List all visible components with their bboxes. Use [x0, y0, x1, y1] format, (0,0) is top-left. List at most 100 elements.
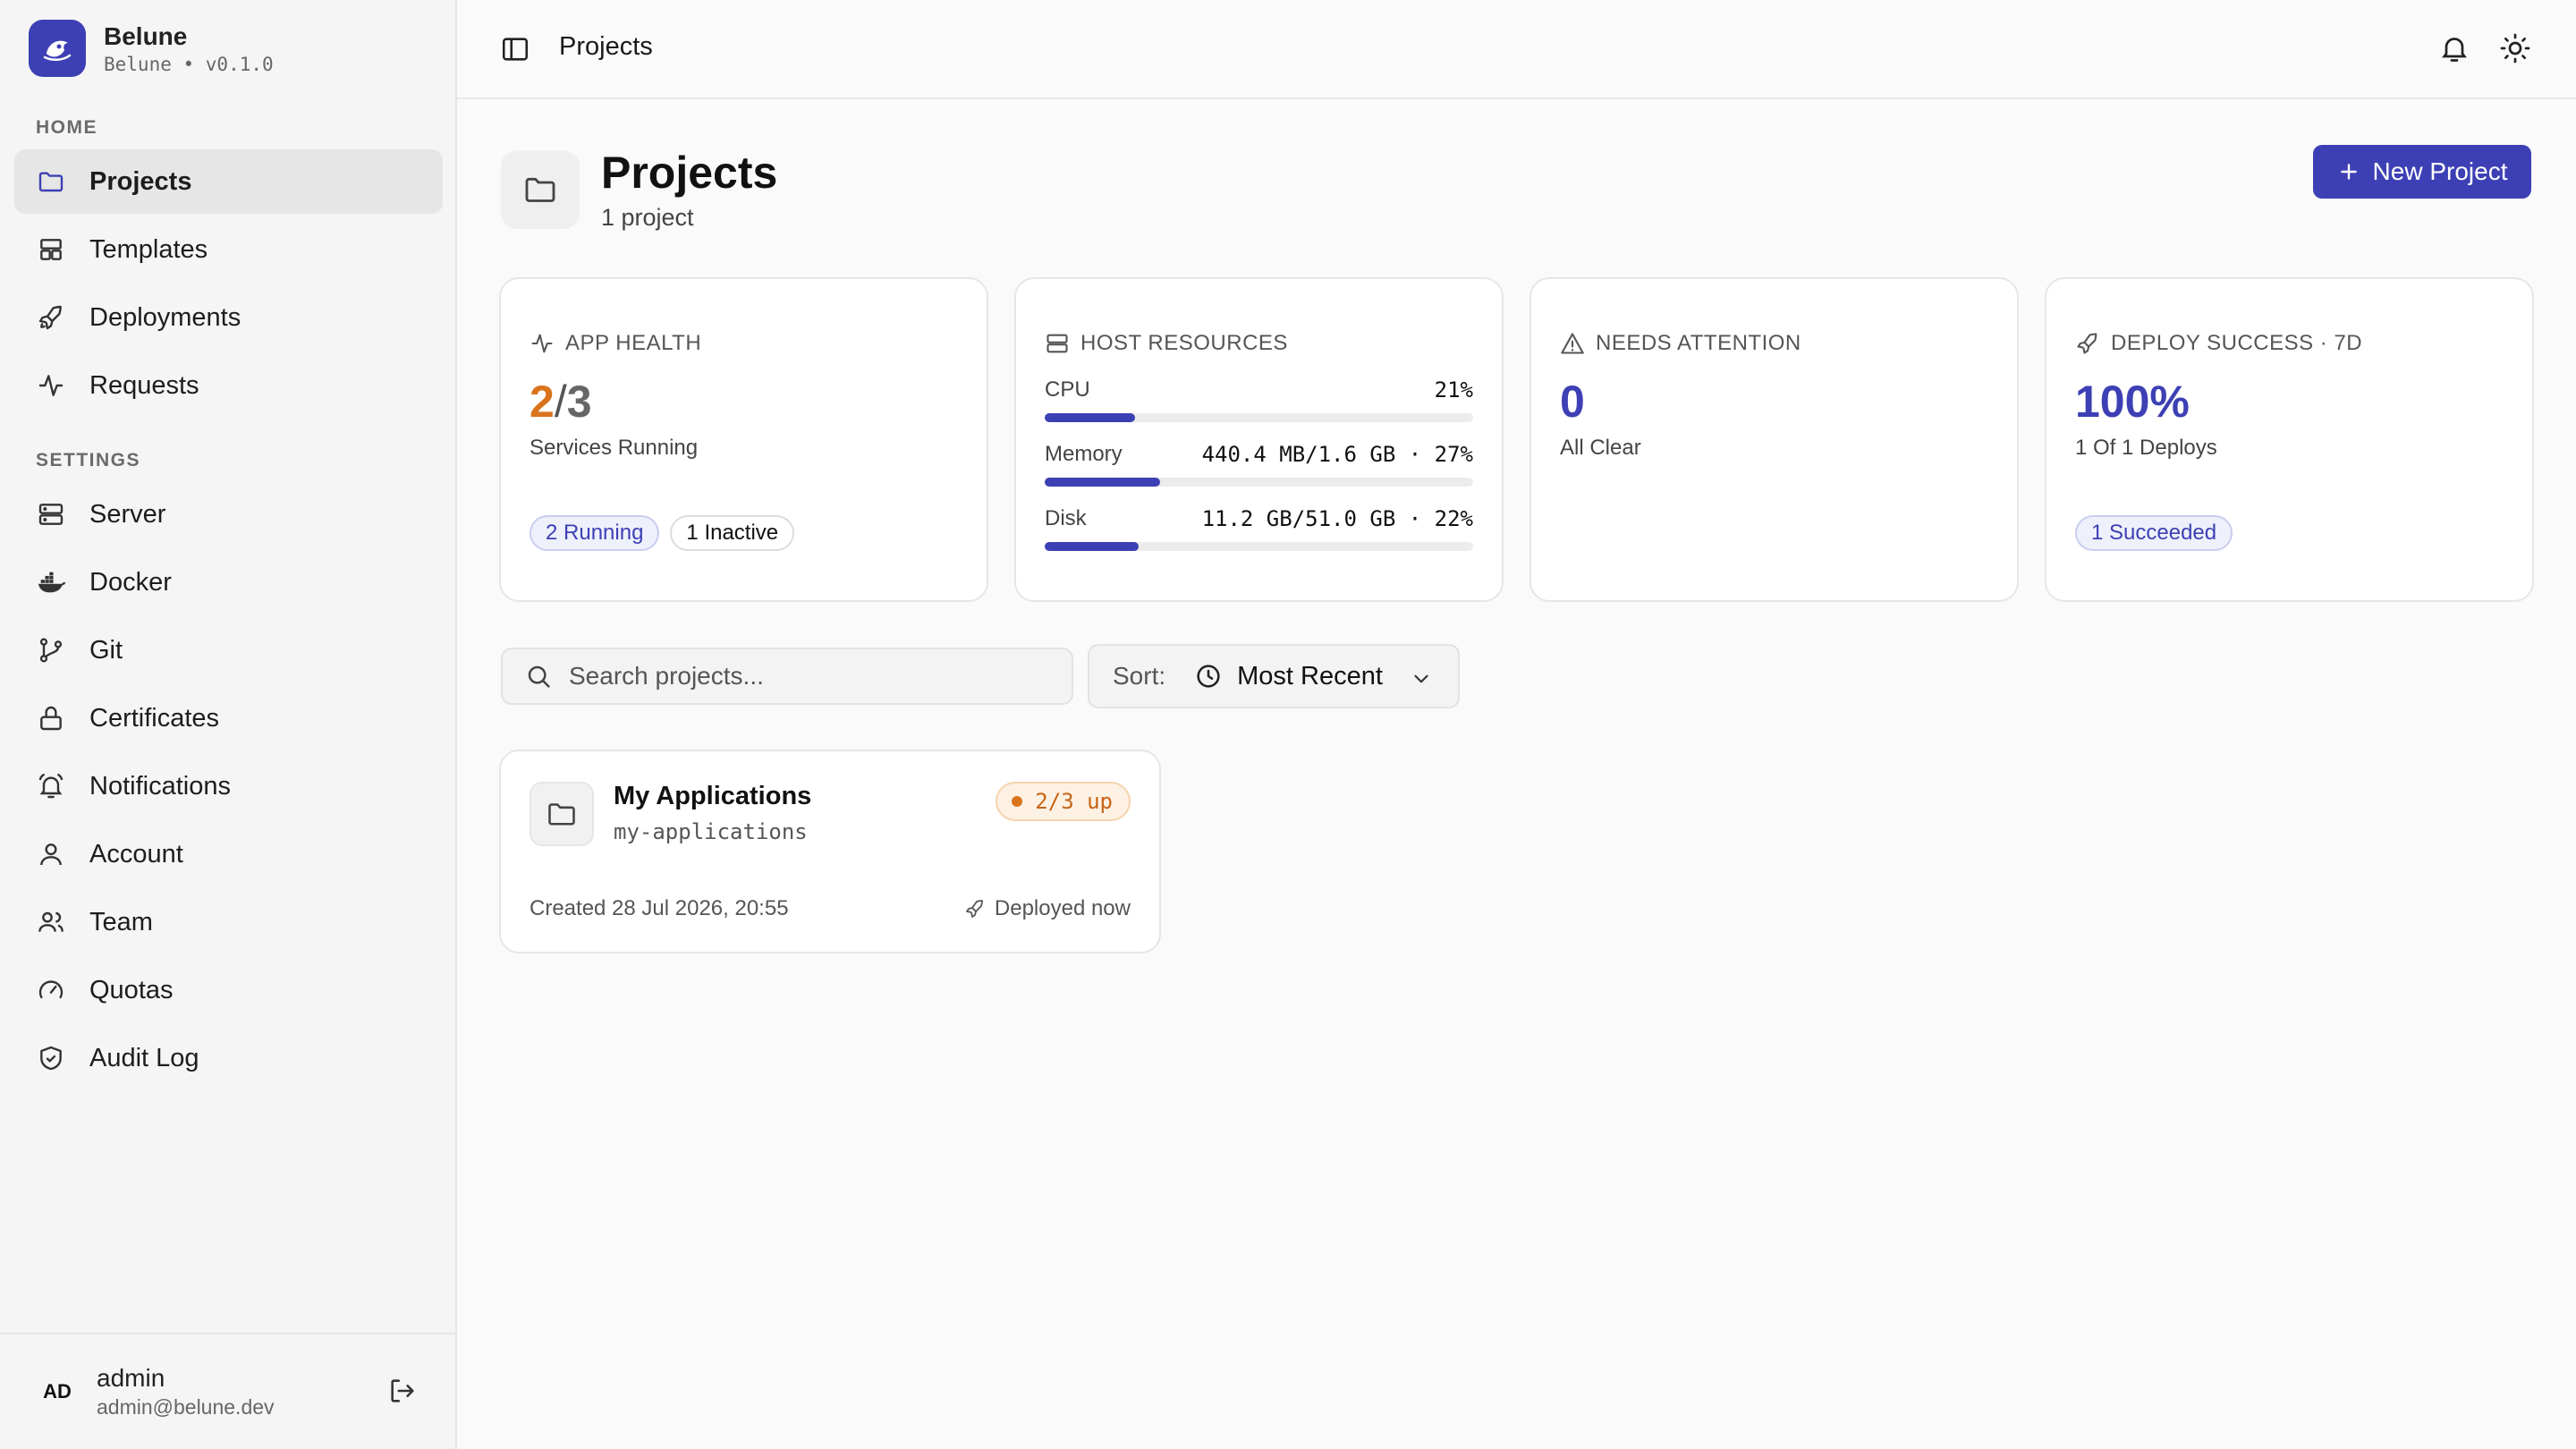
topbar: Projects [457, 0, 2576, 99]
sidebar-item-server[interactable]: Server [14, 482, 443, 547]
warning-triangle-icon [1560, 331, 1585, 356]
sidebar-item-deployments[interactable]: Deployments [14, 285, 443, 350]
cpu-progress-bar [1045, 413, 1473, 422]
sidebar-item-label: Requests [89, 370, 199, 400]
sidebar-item-docker[interactable]: Docker [14, 550, 443, 614]
activity-icon [36, 370, 66, 401]
user-icon [36, 839, 66, 869]
sidebar-item-quotas[interactable]: Quotas [14, 958, 443, 1022]
section-label-home: HOME [36, 117, 97, 138]
chevron-down-icon [1410, 667, 1433, 691]
card-title: HOST RESOURCES [1080, 331, 1288, 355]
host-resources-card: HOST RESOURCES CPU 21% Memory 440.4 MB/1.6… [1014, 277, 1504, 602]
settings-nav: Server Docker Git Certificates Notificat… [14, 482, 443, 1094]
disk-progress-bar [1045, 542, 1473, 551]
page-title: Projects [601, 148, 778, 198]
cpu-resource-row: CPU 21% [1045, 377, 1473, 422]
gauge-icon [36, 975, 66, 1005]
new-project-label: New Project [2372, 157, 2508, 185]
sidebar-item-audit-log[interactable]: Audit Log [14, 1026, 443, 1090]
resource-label: Memory [1045, 442, 1123, 466]
user-email: admin@belune.dev [97, 1395, 275, 1419]
activity-icon [530, 331, 555, 356]
sort-select[interactable]: Sort: Most Recent [1088, 644, 1460, 708]
user-name: admin [97, 1364, 165, 1392]
sort-value: Most Recent [1237, 661, 1383, 691]
card-subtitle: Services Running [530, 436, 699, 460]
search-box[interactable] [501, 648, 1073, 705]
sidebar-item-label: Certificates [89, 703, 220, 733]
sidebar-item-git[interactable]: Git [14, 618, 443, 682]
deploy-success-rate: 100% [2075, 377, 2190, 427]
services-running-count: 2/3 [530, 377, 592, 427]
memory-progress-bar [1045, 478, 1473, 487]
project-created: Created 28 Jul 2026, 20:55 [530, 896, 789, 920]
theme-toggle-icon[interactable] [2499, 32, 2531, 64]
sidebar-toggle-icon[interactable] [500, 34, 530, 64]
resource-label: CPU [1045, 377, 1090, 402]
rocket-icon [36, 302, 66, 333]
sidebar-item-label: Notifications [89, 771, 231, 801]
project-name: My Applications [614, 782, 812, 810]
project-card[interactable]: My Applications my-applications 2/3 up C… [499, 750, 1161, 953]
card-subtitle: All Clear [1560, 436, 1641, 460]
resource-value: 11.2 GB/51.0 GB · 22% [1201, 506, 1473, 531]
page-subtitle: 1 project [601, 204, 694, 231]
brand-logo [29, 20, 86, 77]
sidebar-item-team[interactable]: Team [14, 890, 443, 954]
sort-label: Sort: [1113, 662, 1166, 690]
sidebar-item-account[interactable]: Account [14, 822, 443, 886]
sidebar: Belune Belune • v0.1.0 HOME Projects Tem… [0, 0, 457, 1449]
sidebar-item-label: Account [89, 839, 183, 869]
search-icon [524, 662, 553, 691]
sidebar-item-label: Team [89, 907, 153, 936]
card-title: DEPLOY SUCCESS · 7D [2111, 331, 2363, 355]
brand-version: Belune • v0.1.0 [104, 54, 274, 75]
avatar: AD [43, 1380, 72, 1402]
server-icon [36, 499, 66, 530]
sidebar-item-label: Quotas [89, 975, 174, 1004]
section-label-settings: SETTINGS [36, 450, 141, 470]
resource-value: 21% [1434, 377, 1473, 402]
sidebar-item-label: Audit Log [89, 1043, 199, 1072]
deploy-success-card: DEPLOY SUCCESS · 7D 100% 1 Of 1 Deploys … [2045, 277, 2534, 602]
bell-ring-icon [36, 771, 66, 801]
sidebar-item-notifications[interactable]: Notifications [14, 754, 443, 818]
succeeded-badge: 1 Succeeded [2075, 515, 2233, 551]
lock-icon [36, 703, 66, 733]
page-folder-icon [501, 150, 580, 229]
git-branch-icon [36, 635, 66, 665]
sidebar-item-requests[interactable]: Requests [14, 353, 443, 418]
project-slug: my-applications [614, 819, 808, 844]
search-input[interactable] [569, 662, 1034, 691]
folder-icon [36, 166, 66, 197]
project-deployed: Deployed now [964, 896, 1131, 921]
sidebar-item-label: Docker [89, 567, 172, 597]
needs-attention-card: NEEDS ATTENTION 0 All Clear [1530, 277, 2019, 602]
home-nav: Projects Templates Deployments Requests [14, 149, 443, 421]
rocket-icon [2075, 331, 2100, 356]
app-health-card: APP HEALTH 2/3 Services Running 2 Runnin… [499, 277, 988, 602]
user-menu[interactable]: AD admin admin@belune.dev [0, 1333, 455, 1449]
sidebar-item-label: Server [89, 499, 166, 529]
sidebar-item-projects[interactable]: Projects [14, 149, 443, 214]
card-title: NEEDS ATTENTION [1596, 331, 1801, 355]
bell-icon[interactable] [2438, 32, 2470, 64]
new-project-button[interactable]: New Project [2313, 145, 2531, 199]
sidebar-item-templates[interactable]: Templates [14, 217, 443, 282]
disk-resource-row: Disk 11.2 GB/51.0 GB · 22% [1045, 506, 1473, 551]
sidebar-item-certificates[interactable]: Certificates [14, 686, 443, 750]
clock-icon [1194, 662, 1223, 691]
docker-icon [36, 567, 66, 597]
breadcrumb: Projects [559, 32, 653, 61]
folder-icon [530, 782, 594, 846]
card-subtitle: 1 Of 1 Deploys [2075, 436, 2217, 460]
layout-icon [36, 234, 66, 265]
sidebar-item-label: Templates [89, 234, 208, 264]
inactive-badge: 1 Inactive [670, 515, 795, 551]
brand[interactable]: Belune Belune • v0.1.0 [29, 20, 274, 77]
status-dot [1012, 796, 1023, 807]
project-status-badge: 2/3 up [996, 782, 1131, 821]
logout-icon[interactable] [387, 1376, 418, 1406]
resource-value: 440.4 MB/1.6 GB · 27% [1201, 442, 1473, 467]
